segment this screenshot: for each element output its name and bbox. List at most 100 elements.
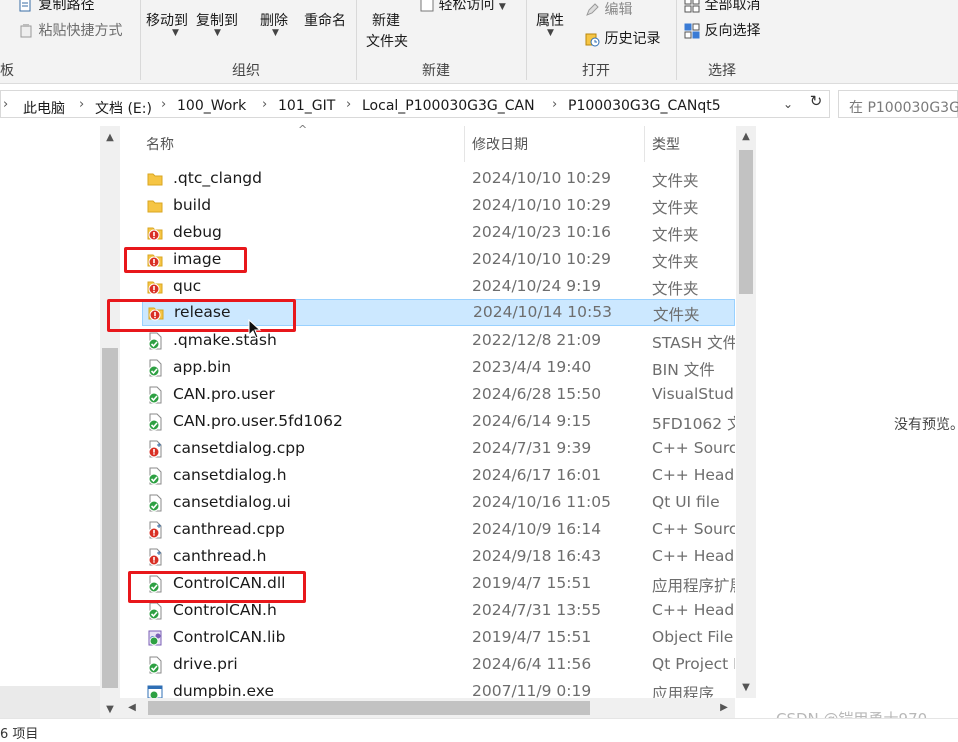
properties-button[interactable]: 属性 ▼	[536, 10, 564, 38]
preview-pane: 没有预览。	[756, 126, 958, 718]
ribbon: 复制路径 粘贴快捷方式 板 移动到 ▼ 复制到 ▼ 删除 ▼ 重命名 组织 新建…	[0, 0, 958, 84]
file-date: 2019/4/7 15:51	[472, 628, 592, 646]
column-divider[interactable]	[464, 126, 465, 162]
edit-button[interactable]: 编辑	[584, 0, 632, 19]
file-row[interactable]: CAN.pro.user.5fd1062 2024/6/14 9:15 5FD106…	[142, 409, 735, 436]
paste-shortcut-button[interactable]: 粘贴快捷方式	[18, 20, 122, 40]
breadcrumb-100-work[interactable]: 100_Work	[177, 98, 246, 114]
file-type: BIN 文件	[652, 361, 715, 379]
new-folder-button[interactable]: 新建	[372, 10, 400, 30]
file-type: 文件夹	[652, 199, 699, 217]
folder-icon	[146, 170, 164, 188]
file-date: 2019/4/7 15:51	[472, 574, 592, 592]
file-type: Qt Project Include	[652, 655, 735, 673]
file-ok-icon	[146, 575, 164, 593]
select-none-label: 全部取消	[704, 0, 761, 13]
easy-access-button[interactable]: 轻松访问 ▼	[420, 0, 506, 14]
file-name: image	[173, 250, 222, 268]
file-row[interactable]: .qtc_clangd 2024/10/10 10:29 文件夹	[142, 166, 735, 193]
breadcrumb-current-folder[interactable]: P100030G3G_CANqt5	[568, 98, 721, 114]
scroll-right-arrow-icon[interactable]: ▶	[716, 702, 732, 713]
navigation-scrollbar-thumb[interactable]	[102, 348, 118, 688]
breadcrumb-101-git[interactable]: 101_GIT	[278, 98, 335, 114]
file-date: 2024/6/17 16:01	[472, 466, 602, 484]
file-row[interactable]: app.bin 2023/4/4 19:40 BIN 文件	[142, 355, 735, 382]
file-date: 2024/6/28 15:50	[472, 385, 602, 403]
scroll-down-arrow-icon[interactable]: ▼	[738, 682, 754, 693]
column-header-type[interactable]: 类型	[652, 134, 680, 154]
file-row[interactable]: image 2024/10/10 10:29 文件夹	[142, 247, 735, 274]
file-type: 文件夹	[652, 253, 699, 271]
file-row[interactable]: CAN.pro.user 2024/6/28 15:50 VisualStudio	[142, 382, 735, 409]
file-row[interactable]: build 2024/10/10 10:29 文件夹	[142, 193, 735, 220]
delete-button[interactable]: 删除 ▼	[260, 10, 288, 38]
easy-access-label: 轻松访问	[438, 0, 495, 13]
new-group-label: 新建	[422, 63, 450, 79]
breadcrumb-drive-e[interactable]: 文档 (E:)	[95, 98, 152, 118]
history-icon	[585, 33, 600, 47]
copy-path-label: 复制路径	[38, 0, 95, 13]
rename-label: 重命名	[304, 13, 346, 29]
file-row[interactable]: quc 2024/10/24 9:19 文件夹	[142, 274, 735, 301]
chevron-down-icon[interactable]: ⌄	[783, 97, 793, 111]
scroll-left-arrow-icon[interactable]: ◀	[124, 702, 140, 713]
file-date: 2024/9/18 16:43	[472, 547, 602, 565]
address-bar[interactable]: › 此电脑 › 文档 (E:) › 100_Work › 101_GIT › L…	[0, 90, 830, 118]
properties-label: 属性	[536, 13, 564, 29]
navigation-pane-selected-item[interactable]	[0, 686, 100, 718]
file-row[interactable]: canthread.h 2024/9/18 16:43 C++ Header	[142, 544, 735, 571]
file-name: ControlCAN.h	[173, 601, 277, 619]
history-button[interactable]: 历史记录	[584, 28, 660, 48]
file-row[interactable]: cansetdialog.ui 2024/10/16 11:05 Qt UI fil…	[142, 490, 735, 517]
copy-to-button[interactable]: 复制到 ▼	[196, 10, 238, 38]
refresh-icon[interactable]: ↻	[805, 92, 827, 114]
file-type: STASH 文件	[652, 334, 735, 352]
file-list[interactable]: .qtc_clangd 2024/10/10 10:29 文件夹 build 2024/…	[120, 166, 735, 698]
chevron-right-icon: ›	[3, 97, 9, 112]
rename-button[interactable]: 重命名	[304, 10, 346, 30]
search-input[interactable]: 在 P100030G3G	[838, 90, 958, 118]
delete-label: 删除	[260, 13, 288, 29]
scroll-down-arrow-icon[interactable]: ▼	[102, 704, 118, 715]
file-modified-icon	[146, 521, 164, 539]
breadcrumb-this-pc[interactable]: 此电脑	[23, 98, 65, 118]
file-row[interactable]: drive.pri 2024/6/4 11:56 Qt Project Includ…	[142, 652, 735, 679]
file-row[interactable]: dumpbin.exe 2007/11/9 0:19 应用程序	[142, 679, 735, 698]
file-row[interactable]: cansetdialog.cpp 2024/7/31 9:39 C++ Source	[142, 436, 735, 463]
file-row[interactable]: ControlCAN.h 2024/7/31 13:55 C++ Header	[142, 598, 735, 625]
column-header-name[interactable]: 名称	[146, 134, 174, 154]
select-none-button[interactable]: 全部取消	[684, 0, 760, 14]
file-type: 文件夹	[652, 226, 699, 244]
history-label: 历史记录	[604, 31, 661, 47]
scroll-up-arrow-icon[interactable]: ▲	[738, 131, 754, 142]
column-divider[interactable]	[644, 126, 645, 162]
breadcrumb-local-repo[interactable]: Local_P100030G3G_CAN	[362, 98, 535, 114]
file-name: cansetdialog.cpp	[173, 439, 305, 457]
file-name: canthread.cpp	[173, 520, 285, 538]
file-row[interactable]: release 2024/10/14 10:53 文件夹	[142, 299, 735, 326]
copy-path-button[interactable]: 复制路径	[18, 0, 94, 14]
address-bar-row: › 此电脑 › 文档 (E:) › 100_Work › 101_GIT › L…	[0, 88, 958, 120]
folder-conflict-icon	[146, 251, 164, 269]
column-header-date[interactable]: 修改日期	[472, 134, 528, 154]
file-list-horizontal-scrollbar-thumb[interactable]	[148, 701, 590, 715]
file-list-vertical-scrollbar-thumb[interactable]	[739, 150, 753, 294]
new-folder-label-line1: 新建	[372, 13, 400, 29]
invert-selection-button[interactable]: 反向选择	[684, 20, 760, 40]
edit-icon	[586, 3, 599, 16]
file-row[interactable]: ControlCAN.lib 2019/4/7 15:51 Object File …	[142, 625, 735, 652]
file-row[interactable]: ControlCAN.dll 2019/4/7 15:51 应用程序扩展	[142, 571, 735, 598]
file-date: 2022/12/8 21:09	[472, 331, 602, 349]
file-row[interactable]: debug 2024/10/23 10:16 文件夹	[142, 220, 735, 247]
move-to-button[interactable]: 移动到 ▼	[146, 10, 188, 38]
file-row[interactable]: cansetdialog.h 2024/6/17 16:01 C++ Header	[142, 463, 735, 490]
file-row[interactable]: canthread.cpp 2024/10/9 16:14 C++ Source	[142, 517, 735, 544]
scroll-up-arrow-icon[interactable]: ▲	[102, 132, 118, 143]
new-folder-button-line2[interactable]: 文件夹	[366, 31, 408, 51]
file-type: 应用程序	[652, 685, 715, 698]
new-folder-label-line2: 文件夹	[366, 34, 408, 50]
copy-to-label: 复制到	[196, 13, 238, 29]
file-date: 2024/10/23 10:16	[472, 223, 611, 241]
file-type: C++ Header	[652, 601, 735, 619]
file-row[interactable]: .qmake.stash 2022/12/8 21:09 STASH 文件	[142, 328, 735, 355]
